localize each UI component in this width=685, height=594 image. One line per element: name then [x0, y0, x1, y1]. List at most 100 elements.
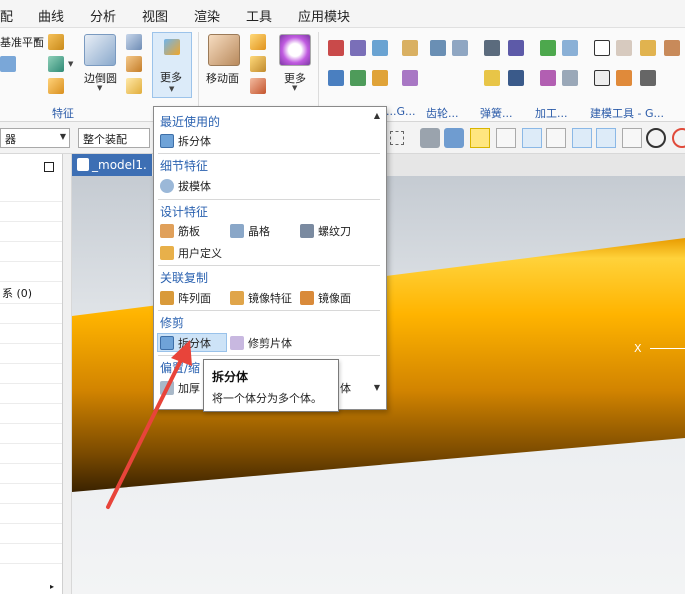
- chevron-down-icon[interactable]: ▼: [97, 84, 102, 92]
- move-face-label[interactable]: 移动面: [206, 70, 239, 86]
- scroll-right-icon[interactable]: ▸: [50, 582, 54, 591]
- spline-icon[interactable]: [572, 128, 592, 148]
- scroll-up-icon[interactable]: ▲: [374, 111, 380, 120]
- machining-icon[interactable]: [562, 40, 578, 56]
- list-item[interactable]: [0, 484, 62, 504]
- list-item[interactable]: [0, 222, 62, 242]
- body-partial-item[interactable]: 体: [340, 380, 351, 396]
- datum-icon[interactable]: [0, 56, 16, 72]
- surface-icon[interactable]: [328, 40, 344, 56]
- tool2-icon[interactable]: [664, 40, 680, 56]
- circle-icon[interactable]: [672, 128, 685, 148]
- list-item[interactable]: [0, 182, 62, 202]
- menu-item-application[interactable]: 应用模块: [298, 6, 350, 25]
- patch-icon[interactable]: [372, 40, 388, 56]
- body-filter-icon[interactable]: [444, 128, 464, 148]
- list-item[interactable]: [0, 242, 62, 262]
- mirror-feature-item[interactable]: 镜像特征: [230, 290, 292, 306]
- menu-item-analysis[interactable]: 分析: [90, 6, 116, 25]
- intersect-icon[interactable]: [622, 128, 642, 148]
- mirror-face-item[interactable]: 镜像面: [300, 290, 351, 306]
- more-button[interactable]: 更多 ▼: [152, 32, 192, 98]
- spring-tool-icon[interactable]: [508, 40, 524, 56]
- bevel-gear-icon[interactable]: [452, 40, 468, 56]
- rib-item[interactable]: 筋板: [160, 223, 200, 239]
- recent-split-body-item[interactable]: 拆分体: [160, 133, 211, 149]
- group-spring-label[interactable]: 弹簧...: [480, 105, 513, 121]
- list-item[interactable]: [0, 364, 62, 384]
- user-defined-item[interactable]: 用户定义: [160, 245, 222, 261]
- trim-sheet-item[interactable]: 修剪片体: [230, 335, 292, 351]
- curve-icon[interactable]: [546, 128, 566, 148]
- group-modeling-tools-label[interactable]: 建模工具 - G...: [590, 105, 664, 121]
- surface3-icon[interactable]: [350, 70, 366, 86]
- wave-icon[interactable]: [596, 128, 616, 148]
- list-item[interactable]: [0, 262, 62, 282]
- spring-icon[interactable]: [484, 40, 500, 56]
- move-face-icon[interactable]: [208, 34, 240, 66]
- group-gear-label[interactable]: 齿轮...: [426, 105, 459, 121]
- list-item[interactable]: [0, 324, 62, 344]
- table-icon[interactable]: [616, 40, 632, 56]
- delete-face-icon[interactable]: [250, 78, 266, 94]
- menu-item-render[interactable]: 渲染: [194, 6, 220, 25]
- type-filter-combo[interactable]: 器 ▼: [0, 128, 70, 148]
- list-item[interactable]: [0, 504, 62, 524]
- menu-item-view[interactable]: 视图: [142, 6, 168, 25]
- edge-blend-icon[interactable]: [84, 34, 116, 66]
- face-filter-icon[interactable]: [420, 128, 440, 148]
- menu-item-curve[interactable]: 曲线: [38, 6, 64, 25]
- pattern-face-item[interactable]: 阵列面: [160, 290, 211, 306]
- group-machining-label[interactable]: 加工...: [535, 105, 568, 121]
- list-item[interactable]: [0, 424, 62, 444]
- gear-tool-icon[interactable]: [402, 40, 418, 56]
- gear2-icon[interactable]: [402, 70, 418, 86]
- draft-icon[interactable]: [126, 78, 142, 94]
- chamfer-icon[interactable]: [126, 34, 142, 50]
- replace-face-icon[interactable]: [250, 56, 266, 72]
- mesh-icon[interactable]: [350, 40, 366, 56]
- list-item[interactable]: [0, 344, 62, 364]
- menu-item-tools[interactable]: 工具: [246, 6, 272, 25]
- tab-model1[interactable]: _model1.: [72, 154, 152, 176]
- edge-icon[interactable]: [522, 128, 542, 148]
- surface2-icon[interactable]: [328, 70, 344, 86]
- list-item[interactable]: [0, 202, 62, 222]
- list-item[interactable]: [0, 444, 62, 464]
- machining3-icon[interactable]: [562, 70, 578, 86]
- list-item[interactable]: [0, 404, 62, 424]
- spur-gear-icon[interactable]: [430, 40, 446, 56]
- list-item[interactable]: [0, 464, 62, 484]
- triangle-icon[interactable]: [594, 40, 610, 56]
- list-item[interactable]: [0, 384, 62, 404]
- machining2-icon[interactable]: [540, 70, 556, 86]
- check-icon[interactable]: [540, 40, 556, 56]
- panel-scrollbar[interactable]: [63, 154, 72, 594]
- thread-tool-item[interactable]: 螺纹刀: [300, 223, 351, 239]
- lattice-item[interactable]: 晶格: [230, 223, 270, 239]
- sync-more-icon[interactable]: [279, 34, 311, 66]
- chevron-down-icon[interactable]: ▼: [34, 37, 39, 45]
- scroll-down-icon[interactable]: ▼: [374, 383, 380, 392]
- list-item[interactable]: [0, 544, 62, 564]
- split-body-item[interactable]: 拆分体: [160, 335, 211, 351]
- list-item[interactable]: [0, 524, 62, 544]
- extrude-icon[interactable]: [48, 34, 64, 50]
- box-select-icon[interactable]: [390, 131, 404, 145]
- shell-icon[interactable]: [126, 56, 142, 72]
- thicken-item[interactable]: 加厚: [160, 380, 200, 396]
- spring3-icon[interactable]: [508, 70, 524, 86]
- snap-point-icon[interactable]: [470, 128, 490, 148]
- pencil-icon[interactable]: [616, 70, 632, 86]
- assembly-scope-combo[interactable]: 整个装配: [78, 128, 150, 148]
- list-item[interactable]: [0, 304, 62, 324]
- surface4-icon[interactable]: [372, 70, 388, 86]
- chevron-down-icon[interactable]: ▼: [68, 60, 73, 68]
- hole-icon[interactable]: [48, 56, 64, 72]
- circle-center-icon[interactable]: [646, 128, 666, 148]
- tolerance-icon[interactable]: [640, 70, 656, 86]
- offset-face-icon[interactable]: [250, 34, 266, 50]
- boss-icon[interactable]: [48, 78, 64, 94]
- tool-icon[interactable]: [640, 40, 656, 56]
- spring2-icon[interactable]: [484, 70, 500, 86]
